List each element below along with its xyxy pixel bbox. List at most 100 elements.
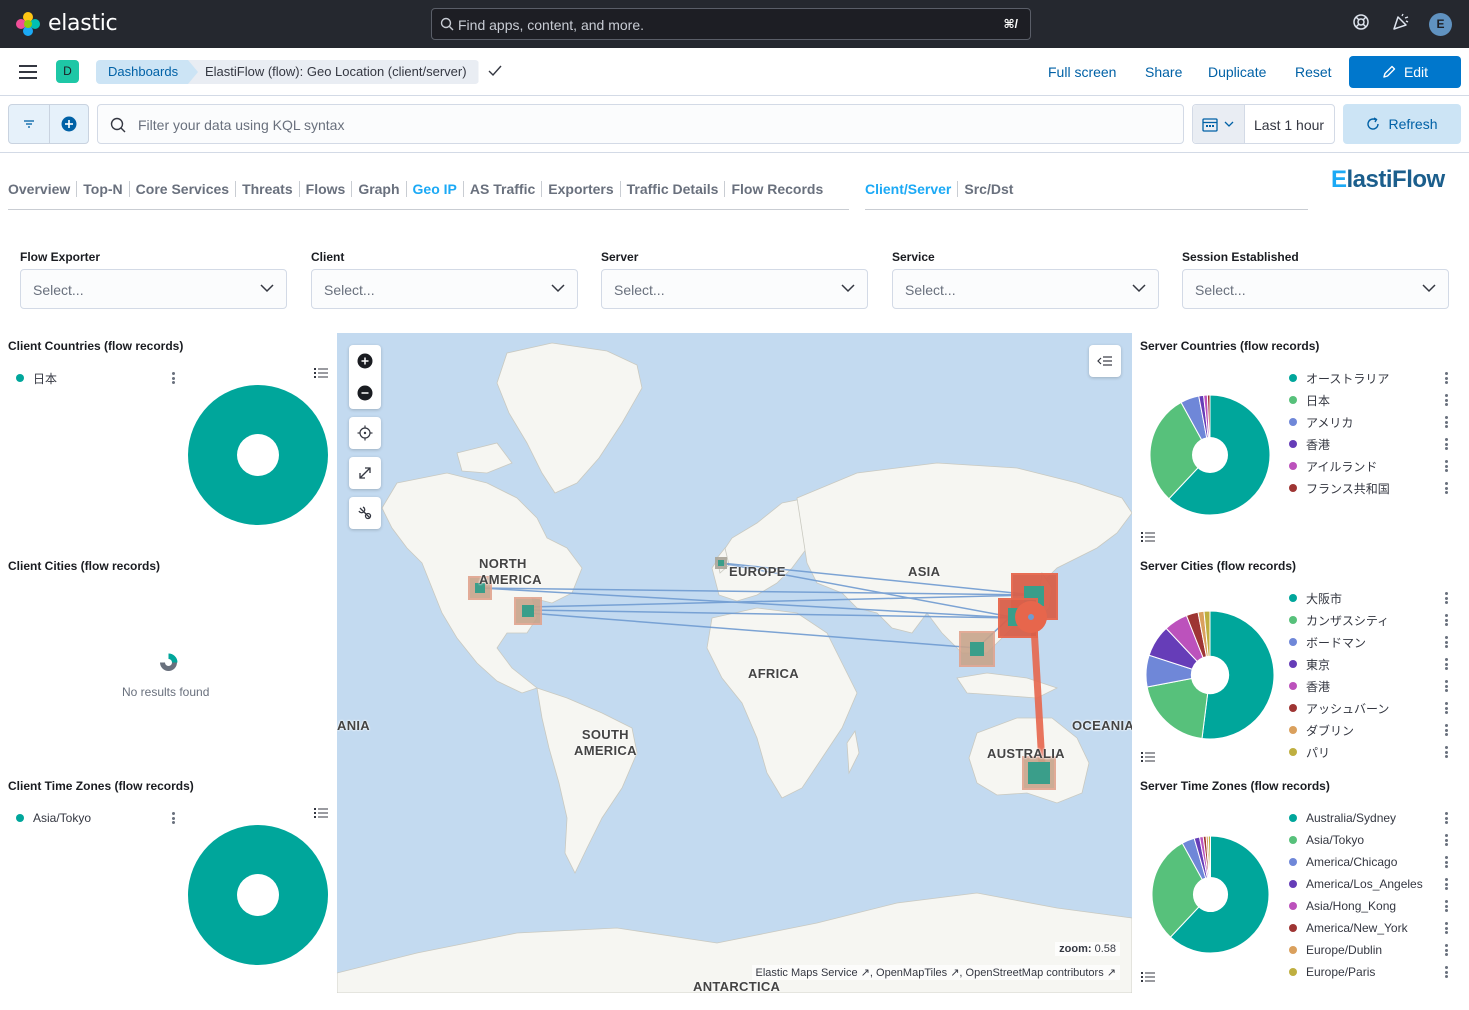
- refresh-button[interactable]: Refresh: [1343, 104, 1461, 144]
- legend-item[interactable]: Asia/Hong_Kong: [1289, 899, 1396, 913]
- legend-item[interactable]: 香港: [1289, 437, 1330, 452]
- attribution-openmaptiles[interactable]: OpenMapTiles: [876, 967, 947, 979]
- legend-options-icon[interactable]: [1445, 878, 1448, 892]
- legend-options-icon[interactable]: [1445, 416, 1448, 430]
- breadcrumb-dashboards[interactable]: Dashboards: [96, 60, 206, 84]
- legend-item[interactable]: 大阪市: [1289, 591, 1342, 606]
- legend-item[interactable]: アメリカ: [1289, 415, 1353, 430]
- legend-options-icon[interactable]: [1445, 724, 1448, 738]
- draw-tools-button[interactable]: [349, 497, 381, 529]
- server-select[interactable]: Select...: [601, 269, 868, 309]
- tab-threats[interactable]: Threats: [235, 181, 299, 197]
- legend-options-icon[interactable]: [1445, 702, 1448, 716]
- date-picker[interactable]: Last 1 hour: [1192, 104, 1335, 144]
- legend-item[interactable]: カンザスシティ: [1289, 613, 1389, 628]
- legend-options-icon[interactable]: [1445, 856, 1448, 870]
- zoom-out-icon[interactable]: [357, 385, 373, 401]
- duplicate-link[interactable]: Duplicate: [1208, 64, 1266, 80]
- legend-item[interactable]: America/Los_Angeles: [1289, 877, 1423, 891]
- tab-as-traffic[interactable]: AS Traffic: [462, 181, 541, 197]
- tab-geo-ip[interactable]: Geo IP: [405, 181, 463, 197]
- server-cities-donut[interactable]: [1146, 611, 1274, 739]
- geo-map[interactable]: NORTH AMERICA EUROPE ASIA AFRICA SOUTH AME…: [337, 333, 1132, 993]
- server-timezones-donut[interactable]: [1152, 836, 1269, 953]
- legend-options-icon[interactable]: [1445, 944, 1448, 958]
- user-avatar[interactable]: E: [1429, 13, 1452, 36]
- legend-options-icon[interactable]: [1445, 636, 1448, 650]
- legend-options-icon[interactable]: [1445, 834, 1448, 848]
- legend-toggle-icon[interactable]: [1139, 748, 1157, 766]
- client-select[interactable]: Select...: [311, 269, 578, 309]
- legend-options-icon[interactable]: [172, 812, 175, 826]
- share-link[interactable]: Share: [1145, 64, 1182, 80]
- legend-item[interactable]: Asia/Tokyo: [16, 811, 91, 825]
- tab-exporters[interactable]: Exporters: [541, 181, 619, 197]
- tab-flow-records[interactable]: Flow Records: [724, 181, 829, 197]
- quick-menu-button[interactable]: [1193, 105, 1245, 143]
- legend-item[interactable]: 日本: [16, 371, 57, 386]
- layer-control-toggle[interactable]: [1089, 345, 1121, 377]
- legend-item[interactable]: オーストラリア: [1289, 371, 1389, 386]
- tab-top-n[interactable]: Top-N: [76, 181, 128, 197]
- legend-item[interactable]: America/Chicago: [1289, 855, 1397, 869]
- legend-item[interactable]: フランス共和国: [1289, 481, 1390, 496]
- legend-options-icon[interactable]: [172, 372, 175, 386]
- legend-options-icon[interactable]: [1445, 372, 1448, 386]
- zoom-in-icon[interactable]: [357, 353, 373, 369]
- service-select[interactable]: Select...: [892, 269, 1159, 309]
- legend-toggle-icon[interactable]: [312, 364, 330, 382]
- legend-options-icon[interactable]: [1445, 812, 1448, 826]
- tab-core-services[interactable]: Core Services: [128, 181, 235, 197]
- reset-link[interactable]: Reset: [1295, 64, 1332, 80]
- client-countries-donut[interactable]: [188, 385, 328, 525]
- add-filter-icon[interactable]: [61, 116, 77, 132]
- legend-options-icon[interactable]: [1445, 680, 1448, 694]
- legend-options-icon[interactable]: [1445, 922, 1448, 936]
- legend-toggle-icon[interactable]: [1139, 968, 1157, 986]
- tab-flows[interactable]: Flows: [298, 181, 352, 197]
- legend-options-icon[interactable]: [1445, 900, 1448, 914]
- legend-options-icon[interactable]: [1445, 592, 1448, 606]
- help-icon[interactable]: [1352, 13, 1370, 31]
- flow-exporter-select[interactable]: Select...: [20, 269, 287, 309]
- attribution-osm[interactable]: OpenStreetMap contributors: [966, 967, 1104, 979]
- tab-graph[interactable]: Graph: [351, 181, 405, 197]
- tab-traffic-details[interactable]: Traffic Details: [619, 181, 725, 197]
- legend-item[interactable]: アイルランド: [1289, 459, 1377, 474]
- edit-button[interactable]: Edit: [1349, 56, 1461, 88]
- legend-item[interactable]: パリ: [1289, 745, 1330, 760]
- tab-overview[interactable]: Overview: [8, 181, 76, 197]
- tab-client-server[interactable]: Client/Server: [865, 181, 957, 197]
- kql-search-input[interactable]: Filter your data using KQL syntax: [97, 104, 1184, 144]
- legend-options-icon[interactable]: [1445, 658, 1448, 672]
- legend-options-icon[interactable]: [1445, 482, 1448, 496]
- elastic-logo[interactable]: elastic: [16, 11, 118, 36]
- legend-options-icon[interactable]: [1445, 746, 1448, 760]
- newsfeed-icon[interactable]: [1392, 13, 1410, 31]
- menu-icon[interactable]: [19, 64, 37, 80]
- legend-item[interactable]: America/New_York: [1289, 921, 1408, 935]
- legend-item[interactable]: 日本: [1289, 393, 1330, 408]
- legend-options-icon[interactable]: [1445, 966, 1448, 980]
- session-established-select[interactable]: Select...: [1182, 269, 1449, 309]
- map-canvas[interactable]: [337, 333, 1132, 993]
- legend-options-icon[interactable]: [1445, 438, 1448, 452]
- global-search-input[interactable]: Find apps, content, and more. ⌘/: [431, 8, 1031, 40]
- legend-toggle-icon[interactable]: [1139, 528, 1157, 546]
- legend-item[interactable]: アッシュバーン: [1289, 701, 1389, 716]
- legend-item[interactable]: Asia/Tokyo: [1289, 833, 1364, 847]
- full-screen-link[interactable]: Full screen: [1048, 64, 1116, 80]
- legend-item[interactable]: Europe/Paris: [1289, 965, 1375, 979]
- legend-options-icon[interactable]: [1445, 394, 1448, 408]
- legend-item[interactable]: 香港: [1289, 679, 1330, 694]
- attribution-ems[interactable]: Elastic Maps Service: [756, 967, 858, 979]
- server-countries-donut[interactable]: [1150, 395, 1270, 515]
- legend-item[interactable]: ダブリン: [1289, 723, 1354, 738]
- legend-item[interactable]: Australia/Sydney: [1289, 811, 1396, 825]
- legend-options-icon[interactable]: [1445, 614, 1448, 628]
- space-avatar[interactable]: D: [56, 60, 79, 83]
- filter-icon[interactable]: [23, 119, 35, 129]
- fit-to-data-button[interactable]: [349, 417, 381, 449]
- legend-toggle-icon[interactable]: [312, 804, 330, 822]
- legend-item[interactable]: 東京: [1289, 657, 1330, 672]
